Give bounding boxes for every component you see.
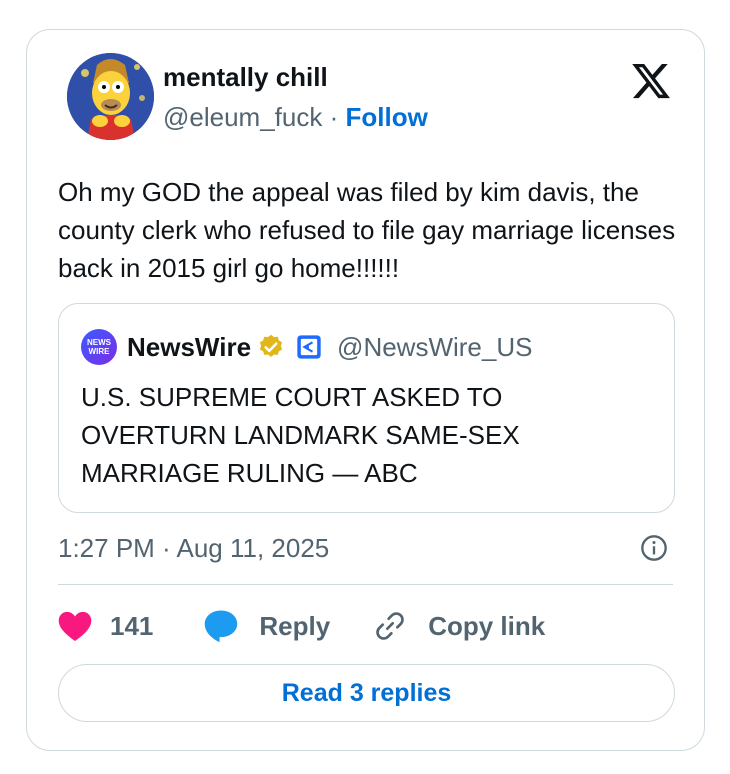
- reply-label: Reply: [259, 610, 331, 641]
- affiliate-badge-icon: [297, 335, 321, 359]
- divider: [58, 584, 673, 585]
- copy-link-button[interactable]: Copy link: [374, 610, 545, 642]
- info-icon[interactable]: [640, 534, 668, 562]
- x-logo-icon[interactable]: [630, 60, 672, 102]
- tweet-text: Oh my GOD the appeal was filed by kim da…: [58, 177, 676, 283]
- copy-link-label: Copy link: [428, 610, 546, 641]
- reply-bubble-icon: [205, 610, 238, 643]
- author-info: mentally chill @eleum_fuck · Follow: [163, 60, 428, 134]
- tweet-card: mentally chill @eleum_fuck · Follow Oh m…: [26, 29, 705, 751]
- heart-icon: [58, 611, 92, 642]
- handle-separator: ·: [329, 102, 339, 132]
- quoted-tweet-header: NEWS WIRE NewsWire @NewsWire_US: [81, 329, 532, 365]
- quoted-author-handle[interactable]: @NewsWire_US: [337, 332, 532, 363]
- link-icon: [376, 612, 404, 640]
- tweet-timestamp[interactable]: 1:27 PM · Aug 11, 2025: [58, 531, 329, 565]
- reply-button[interactable]: Reply: [203, 609, 330, 643]
- like-button[interactable]: 141: [58, 610, 153, 642]
- read-replies-button[interactable]: Read 3 replies: [58, 664, 675, 722]
- author-handle-row: @eleum_fuck · Follow: [163, 100, 428, 134]
- action-bar: 141 Reply Copy link: [58, 608, 545, 644]
- quoted-author-name[interactable]: NewsWire: [127, 332, 251, 363]
- author-avatar[interactable]: [67, 53, 154, 140]
- like-count: 141: [110, 610, 154, 641]
- follow-button[interactable]: Follow: [346, 102, 428, 132]
- gold-check-icon: [259, 334, 283, 357]
- cartoon-avatar-icon: [67, 53, 154, 140]
- newswire-logo-icon: NEWS WIRE: [81, 329, 117, 365]
- author-display-name[interactable]: mentally chill: [163, 60, 428, 94]
- quoted-tweet[interactable]: NEWS WIRE NewsWire @NewsWire_US U.S. SUP…: [58, 303, 675, 513]
- author-handle[interactable]: @eleum_fuck: [163, 102, 322, 132]
- quoted-tweet-text: U.S. SUPREME COURT ASKED TO OVERTURN LAN…: [81, 382, 520, 488]
